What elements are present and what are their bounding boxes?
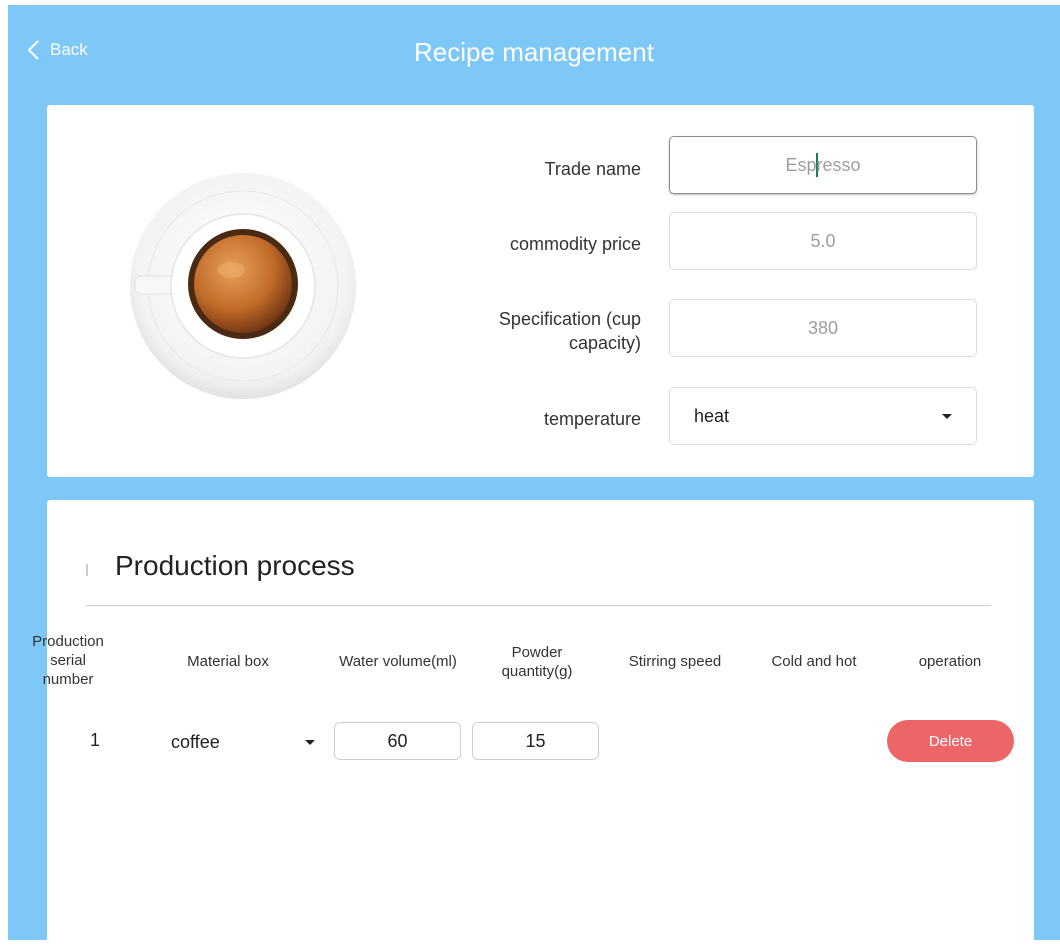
powder-quantity-input[interactable]: 15 [472,722,599,760]
spec-input[interactable]: 380 [669,299,977,357]
header-bar: Back Recipe management [8,5,1060,105]
col-operation: operation [918,653,982,670]
delete-button[interactable]: Delete [887,720,1014,762]
temperature-label: temperature [543,409,641,429]
material-value: coffee [171,732,220,752]
espresso-cup-icon [130,173,356,399]
col-serial-line2: serial [50,652,86,669]
col-serial-line1: Production [32,633,104,650]
product-info-card: Trade name Esp resso commodity price 5.0 … [47,105,1034,477]
col-serial-number: Production serial number [13,632,123,689]
water-volume-input[interactable]: 60 [334,722,461,760]
page-title: Recipe management [414,37,654,67]
col-powder-quantity: Powder quantity(g) [477,643,597,681]
dropdown-arrow-icon [942,413,952,419]
trade-name-input[interactable]: Esp resso [669,136,977,194]
spec-label-line2: capacity) [568,333,641,353]
section-divider [86,605,991,606]
col-powder-line1: Powder [511,644,563,661]
temperature-value: heat [694,405,730,426]
material-select[interactable]: coffee [171,732,315,753]
col-serial-line3: number [42,671,94,688]
col-stirring-speed: Stirring speed [628,653,722,670]
spec-label: Specification (cup capacity) [447,307,641,355]
col-material-box: Material box [187,653,269,670]
trade-name-value-start: Esp [785,154,817,175]
col-water-volume: Water volume(ml) [339,653,457,670]
price-input[interactable]: 5.0 [669,212,977,270]
spec-label-line1: Specification (cup [498,309,641,329]
row-serial: 1 [90,730,101,750]
temperature-select[interactable]: heat [669,387,977,445]
section-marker [86,564,88,576]
dropdown-arrow-icon [305,740,315,745]
trade-name-label: Trade name [544,159,641,179]
production-process-card: Production process Production serial num… [32,500,1034,945]
section-title: Production process [115,550,355,581]
price-label: commodity price [509,234,641,254]
app-frame: Back Recipe management Trade name Esp re… [8,5,1060,945]
col-cold-hot: Cold and hot [771,653,857,670]
trade-name-value-end: resso [816,154,861,175]
col-powder-line2: quantity(g) [501,663,573,680]
